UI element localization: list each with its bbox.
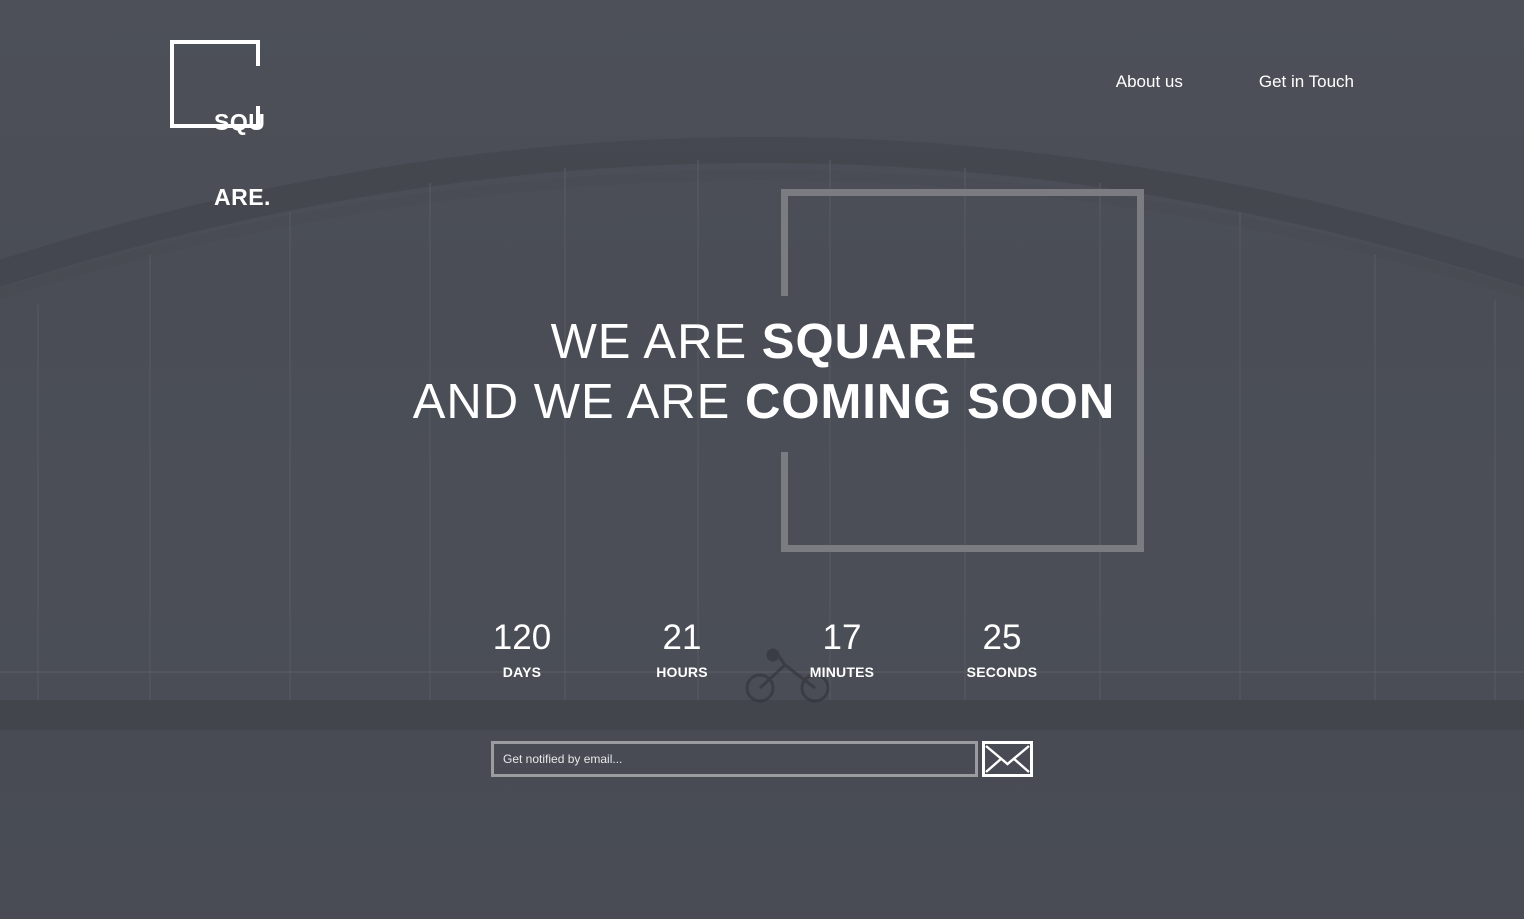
headline-line-2-light: AND WE ARE <box>412 375 745 429</box>
countdown-days-label: DAYS <box>502 664 542 680</box>
top-nav: About us Get in Touch <box>1116 72 1354 92</box>
countdown-days-value: 120 <box>492 618 552 657</box>
headline: WE ARE SQUARE AND WE ARE COMING SOON <box>0 312 1524 432</box>
countdown-hours-label: HOURS <box>656 664 708 680</box>
countdown-minutes-label: MINUTES <box>809 664 875 680</box>
countdown-seconds-value: 25 <box>982 618 1022 657</box>
countdown-hours-value: 21 <box>662 618 702 657</box>
logo-line-2: ARE. <box>214 184 271 210</box>
notify-submit-button[interactable] <box>982 741 1033 777</box>
nav-link-about-us[interactable]: About us <box>1116 72 1183 92</box>
countdown-hours: 21 HOURS <box>602 618 762 680</box>
headline-line-1-light: WE ARE <box>550 315 762 369</box>
headline-line-2: AND WE ARE COMING SOON <box>0 372 1524 432</box>
envelope-icon <box>985 745 1030 773</box>
countdown-minutes-value: 17 <box>822 618 862 657</box>
countdown-seconds-label: SECONDS <box>966 664 1038 680</box>
countdown: 120 DAYS 21 HOURS 17 MINUTES 25 SECONDS <box>442 618 1082 680</box>
headline-line-1-bold: SQUARE <box>761 315 978 369</box>
countdown-minutes: 17 MINUTES <box>762 618 922 680</box>
headline-line-2-bold: COMING SOON <box>744 375 1116 429</box>
logo[interactable]: SQU ARE. <box>170 40 270 210</box>
headline-line-1: WE ARE SQUARE <box>0 312 1524 372</box>
decorative-square-frame-left-bottom <box>781 452 788 552</box>
logo-text: SQU ARE. <box>214 60 271 260</box>
email-field[interactable] <box>491 741 978 777</box>
page: SQU ARE. About us Get in Touch WE ARE SQ… <box>0 0 1524 919</box>
countdown-days: 120 DAYS <box>442 618 602 680</box>
nav-link-get-in-touch[interactable]: Get in Touch <box>1259 72 1354 92</box>
logo-line-1: SQU <box>214 109 266 135</box>
decorative-square-frame-left-top <box>781 189 788 296</box>
countdown-seconds: 25 SECONDS <box>922 618 1082 680</box>
